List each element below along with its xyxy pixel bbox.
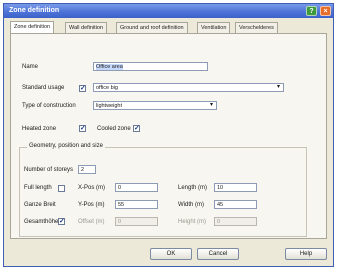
ypos-label: Y-Pos (m) (78, 202, 105, 208)
help-button[interactable]: Help (285, 248, 327, 260)
name-field[interactable]: Office area (93, 62, 208, 71)
help-icon[interactable]: ? (306, 6, 317, 16)
ok-button[interactable]: OK (150, 248, 192, 260)
construction-label: Type of construction (22, 103, 76, 109)
geometry-group-title: Geometry, position and size (27, 143, 105, 149)
standard-usage-value: office big (96, 85, 118, 91)
title-bar: Zone definition ? × (4, 4, 333, 18)
cooled-zone-label: Cooled zone (97, 126, 131, 132)
gesamthoehe-checkbox[interactable]: ✓ (58, 218, 65, 225)
window-title: Zone definition (9, 7, 60, 14)
heated-zone-label: Heated zone (22, 126, 57, 132)
tab-zone-definition[interactable]: Zone definition (10, 21, 55, 33)
full-length-checkbox[interactable] (58, 185, 65, 192)
xpos-label: X-Pos (m) (78, 185, 105, 191)
offset-label: Offset (m) (78, 219, 105, 225)
height-field[interactable]: 0 (214, 217, 257, 226)
tab-wall-definition[interactable]: Wall definition (65, 22, 108, 33)
construction-value: lightweight (96, 103, 122, 109)
zone-definition-window: Zone definition ? × Zone definition Wall… (3, 3, 334, 267)
standard-usage-select[interactable]: office big ▾ (93, 83, 284, 92)
xpos-field[interactable]: 0 (115, 183, 158, 192)
length-label: Length (m) (178, 185, 208, 191)
storeys-field[interactable]: 2 (78, 165, 96, 174)
tab-ground-roof-definition[interactable]: Ground and roof definition (116, 22, 188, 33)
gesamthoehe-label: Gesamthöhe (24, 219, 59, 225)
name-label: Name (22, 64, 39, 70)
chevron-down-icon[interactable]: ▾ (275, 84, 282, 91)
tab-ventilation[interactable]: Ventilation (197, 22, 231, 33)
full-length-label: Full length (24, 185, 52, 191)
construction-select[interactable]: lightweight ▾ (93, 101, 217, 110)
tab-verschelderes[interactable]: Verschelderes (235, 22, 278, 33)
chevron-down-icon[interactable]: ▾ (208, 102, 215, 109)
ganze-breit-label: Ganze Breit (24, 202, 56, 208)
storeys-label: Number of storeys (24, 167, 74, 173)
standard-usage-label: Standard usage (22, 85, 65, 91)
width-field[interactable]: 45 (214, 200, 257, 209)
geometry-group: Geometry, position and size Number of st… (19, 143, 307, 237)
width-label: Width (m) (178, 202, 204, 208)
close-icon[interactable]: × (320, 6, 331, 16)
cooled-zone-checkbox[interactable]: ✓ (133, 125, 140, 132)
name-value: Office area (96, 64, 123, 70)
height-label: Height (m) (178, 219, 207, 225)
standard-usage-checkbox[interactable]: ✓ (79, 85, 86, 92)
ypos-field[interactable]: 55 (115, 200, 158, 209)
cancel-button[interactable]: Cancel (197, 248, 239, 260)
length-field[interactable]: 10 (214, 183, 257, 192)
offset-field[interactable]: 0 (115, 217, 158, 226)
heated-zone-checkbox[interactable]: ✓ (79, 125, 86, 132)
